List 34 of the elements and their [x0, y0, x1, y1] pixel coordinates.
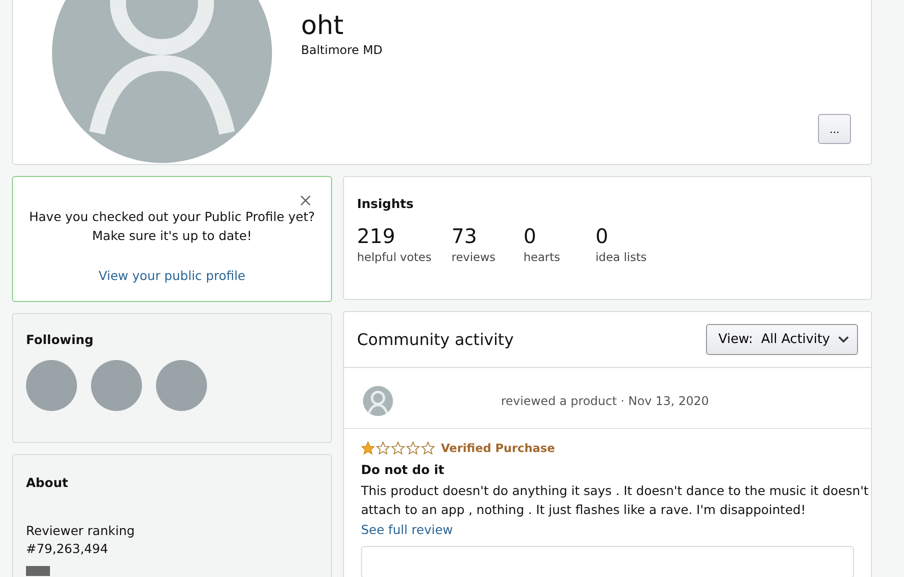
stat-value: 0: [595, 224, 610, 248]
review-title: Do not do it: [361, 462, 446, 477]
more-button[interactable]: ...: [818, 114, 851, 144]
user-avatar-icon: [363, 386, 393, 416]
stat-value: 73: [451, 224, 478, 248]
profile-name: oht: [301, 11, 345, 41]
square-icon: [26, 566, 50, 576]
close-icon[interactable]: [300, 195, 311, 206]
photo-placeholder[interactable]: [91, 360, 142, 411]
avatar-placeholder-icon: [52, 0, 272, 163]
about-title: About: [26, 475, 70, 490]
stat-label: reviews: [451, 250, 496, 264]
profile-location: Baltimore MD: [301, 43, 382, 57]
following-title: Following: [26, 332, 94, 347]
stat-label: idea lists: [595, 250, 648, 264]
insights-title: Insights: [357, 196, 415, 211]
ranking-label: Reviewer ranking: [26, 523, 136, 538]
stat-value: 219: [357, 224, 396, 248]
community-title: Community activity: [357, 330, 514, 349]
stat-label: hearts: [523, 250, 562, 264]
review-text: This product doesn't do anything it says . It doesn't dance to the music it doesn't attach to an app , nothing . It just flashes like a rave. I'm disappointed!: [361, 482, 870, 519]
public-profile-link[interactable]: View your public profile: [98, 268, 246, 283]
verified-purchase-label: Verified Purchase: [441, 441, 555, 455]
notice-text: Have you checked out your Public Profile yet?: [28, 208, 316, 226]
full-review-link[interactable]: See full review: [361, 522, 453, 537]
ranking-value: #79,263,494: [26, 541, 110, 556]
notice-text: Make sure it's up to date!: [91, 227, 253, 245]
chevron-down-icon: [838, 336, 849, 343]
stat-value: 0: [523, 224, 538, 248]
stat-label: helpful votes: [357, 250, 432, 264]
view-dropdown[interactable]: View: All Activity: [706, 324, 858, 355]
photo-placeholder[interactable]: [26, 360, 77, 411]
photo-placeholder[interactable]: [156, 360, 207, 411]
activity-meta: reviewed a product · Nov 13, 2020: [501, 394, 709, 408]
